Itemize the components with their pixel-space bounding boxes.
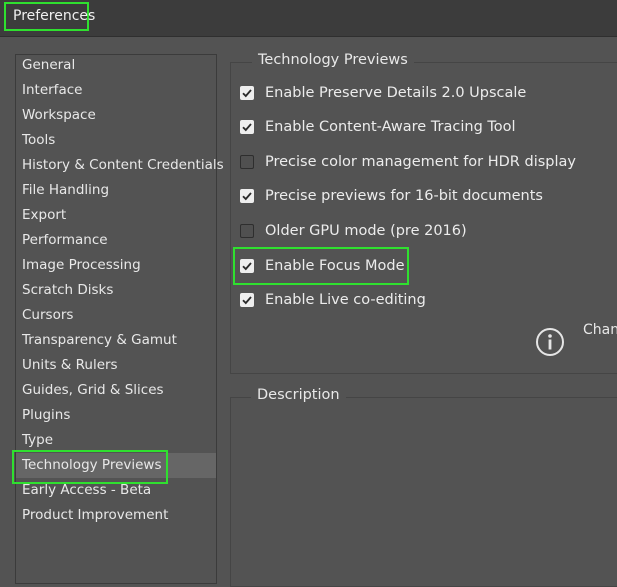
option-label: Precise color management for HDR display	[265, 154, 576, 170]
option-older-gpu-mode[interactable]: Older GPU mode (pre 2016)	[240, 219, 467, 243]
sidebar-item-image-processing[interactable]: Image Processing	[16, 253, 216, 278]
option-16bit-previews[interactable]: Precise previews for 16-bit documents	[240, 184, 543, 208]
option-hdr-color-management[interactable]: Precise color management for HDR display	[240, 150, 576, 174]
sidebar-item-cursors[interactable]: Cursors	[16, 303, 216, 328]
sidebar-item-workspace[interactable]: Workspace	[16, 103, 216, 128]
sidebar-item-technology-previews[interactable]: Technology Previews	[16, 453, 216, 478]
sidebar-item-type[interactable]: Type	[16, 428, 216, 453]
sidebar-item-transparency-gamut[interactable]: Transparency & Gamut	[16, 328, 216, 353]
checkbox-unchecked-icon[interactable]	[240, 155, 254, 169]
window-title: Preferences	[4, 2, 95, 31]
sidebar-item-performance[interactable]: Performance	[16, 228, 216, 253]
checkbox-checked-icon[interactable]	[240, 293, 254, 307]
sidebar-item-general[interactable]: General	[16, 53, 216, 78]
option-label: Older GPU mode (pre 2016)	[265, 223, 467, 239]
sidebar-item-plugins[interactable]: Plugins	[16, 403, 216, 428]
description-group	[230, 397, 617, 587]
option-label: Precise previews for 16-bit documents	[265, 188, 543, 204]
option-label: Enable Focus Mode	[265, 258, 405, 274]
sidebar-item-history[interactable]: History & Content Credentials	[16, 153, 224, 178]
technology-previews-title: Technology Previews	[252, 52, 414, 68]
sidebar-item-export[interactable]: Export	[16, 203, 216, 228]
checkbox-checked-icon[interactable]	[240, 86, 254, 100]
option-label: Enable Live co-editing	[265, 292, 426, 308]
info-circle-icon	[536, 328, 564, 356]
option-live-co-editing[interactable]: Enable Live co-editing	[240, 288, 426, 312]
description-title: Description	[251, 387, 346, 403]
checkbox-checked-icon[interactable]	[240, 259, 254, 273]
sidebar-item-tools[interactable]: Tools	[16, 128, 216, 153]
checkbox-checked-icon[interactable]	[240, 189, 254, 203]
sidebar-item-early-access[interactable]: Early Access - Beta	[16, 478, 216, 503]
option-preserve-details[interactable]: Enable Preserve Details 2.0 Upscale	[240, 81, 526, 105]
option-label: Enable Content-Aware Tracing Tool	[265, 119, 516, 135]
sidebar-item-interface[interactable]: Interface	[16, 78, 216, 103]
option-focus-mode[interactable]: Enable Focus Mode	[240, 254, 405, 278]
sidebar-item-scratch-disks[interactable]: Scratch Disks	[16, 278, 216, 303]
info-text: Chan	[583, 322, 617, 338]
sidebar-item-file-handling[interactable]: File Handling	[16, 178, 216, 203]
sidebar-item-units-rulers[interactable]: Units & Rulers	[16, 353, 216, 378]
option-label: Enable Preserve Details 2.0 Upscale	[265, 85, 527, 101]
sidebar-item-product-improvement[interactable]: Product Improvement	[16, 503, 216, 528]
option-content-aware-tracing[interactable]: Enable Content-Aware Tracing Tool	[240, 115, 516, 139]
sidebar-item-guides-grid-slices[interactable]: Guides, Grid & Slices	[16, 378, 216, 403]
title-bar: Preferences	[0, 0, 617, 37]
checkbox-unchecked-icon[interactable]	[240, 224, 254, 238]
checkbox-checked-icon[interactable]	[240, 120, 254, 134]
